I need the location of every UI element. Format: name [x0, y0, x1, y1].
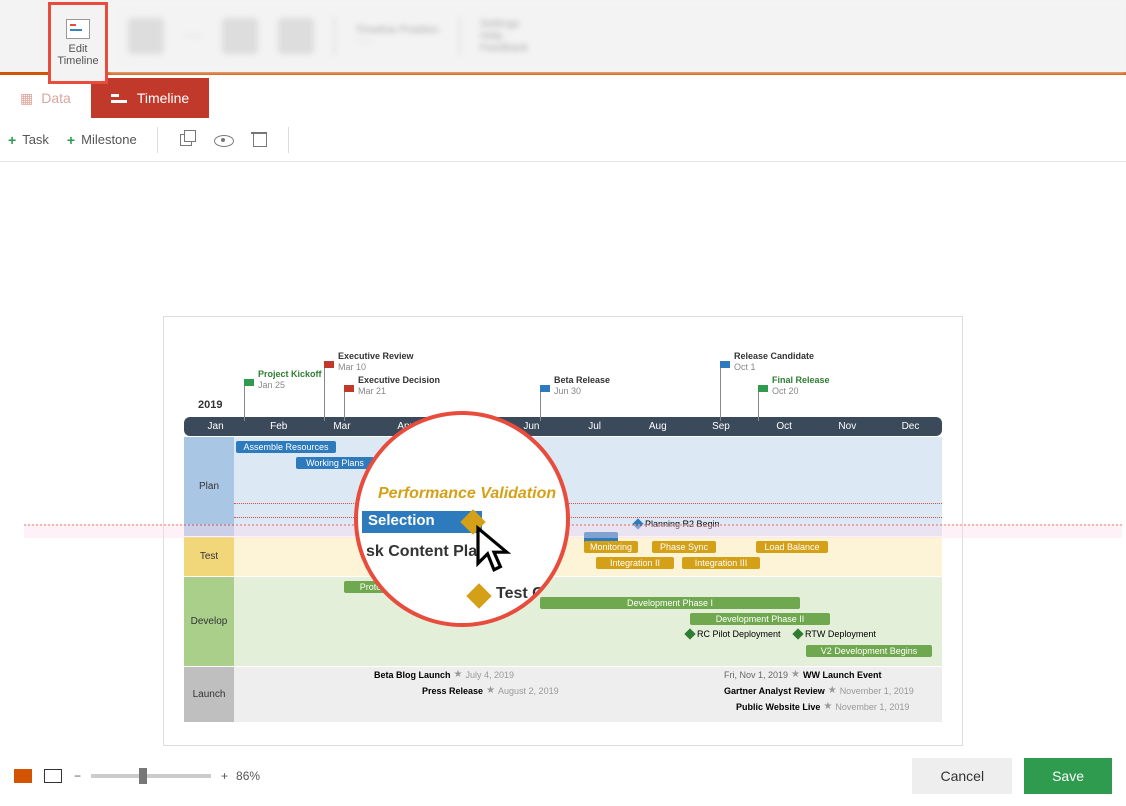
milestone-flag[interactable]: Beta ReleaseJun 30 — [540, 375, 610, 417]
diamond-icon — [466, 583, 491, 608]
milestone[interactable]: RC Pilot Deployment — [686, 629, 781, 639]
zoom-out[interactable]: − — [74, 769, 81, 783]
tab-data-label: Data — [41, 90, 71, 106]
year-label: 2019 — [198, 399, 222, 411]
edit-timeline-label-2: Timeline — [57, 55, 98, 67]
month-cell: Feb — [247, 417, 310, 436]
magnifier-overlay: Performance Validation Selection sk Cont… — [354, 411, 570, 627]
tab-timeline[interactable]: Timeline — [91, 78, 209, 118]
month-cell: Jul — [563, 417, 626, 436]
edit-timeline-button-highlighted[interactable]: Edit Timeline — [48, 2, 108, 84]
magnified-content-plan: sk Content Pla — [366, 543, 477, 561]
launch-event[interactable]: Fri, Nov 1, 2019★WW Launch Event — [724, 669, 882, 680]
tab-data[interactable]: ▦ Data — [0, 78, 91, 118]
add-task-button[interactable]: +Task — [8, 132, 49, 148]
task-bar[interactable]: Assemble Resources — [236, 441, 336, 453]
copy-button[interactable] — [178, 132, 196, 148]
zoom-slider[interactable] — [91, 774, 211, 778]
edit-timeline-icon — [66, 19, 90, 39]
footer: − + 86% Cancel Save — [0, 746, 1126, 806]
task-bar[interactable]: Phase Sync — [652, 541, 716, 553]
milestone[interactable]: RTW Deployment — [794, 629, 876, 639]
swimlane-test-label: Test — [184, 537, 234, 576]
trash-icon — [250, 132, 268, 148]
tab-timeline-label: Timeline — [137, 90, 189, 106]
view-mode-fill[interactable] — [14, 769, 32, 783]
document-preview: 2019 Project KickoffJan 25Executive Revi… — [163, 316, 963, 746]
editor-panel: ▦ Data Timeline +Task +Milestone 2019 Pr… — [0, 78, 1126, 806]
zoom-in[interactable]: + — [221, 769, 228, 783]
milestone-flag[interactable]: Executive DecisionMar 21 — [344, 375, 440, 417]
launch-event[interactable]: Beta Blog Launch★July 4, 2019 — [374, 669, 514, 680]
canvas[interactable]: 2019 Project KickoffJan 25Executive Revi… — [0, 240, 1126, 746]
task-bar[interactable]: Development Phase II — [690, 613, 830, 625]
launch-event[interactable]: Public Website Live★November 1, 2019 — [736, 701, 909, 712]
task-bar[interactable]: Load Balance — [756, 541, 828, 553]
task-bar[interactable]: Monitoring — [584, 541, 638, 553]
toolbar: +Task +Milestone — [0, 118, 1126, 162]
task-bar[interactable]: V2 Development Begins — [806, 645, 932, 657]
panel-tabs: ▦ Data Timeline — [0, 78, 1126, 118]
timeline-icon — [111, 92, 129, 104]
task-bar[interactable]: Development Phase I — [540, 597, 800, 609]
magnified-perf-validation: Performance Validation — [378, 485, 556, 503]
view-mode-fit[interactable] — [44, 769, 62, 783]
eye-icon — [214, 132, 232, 148]
swimlane-launch[interactable]: Launch Beta Blog Launch★July 4, 2019 Pres… — [184, 666, 942, 722]
zoom-value: 86% — [236, 769, 260, 783]
selection-rail — [24, 524, 1122, 538]
task-bar[interactable]: Integration III — [682, 557, 760, 569]
edit-timeline-label-1: Edit — [69, 43, 88, 55]
month-cell: Oct — [753, 417, 816, 436]
cursor-icon — [474, 525, 514, 583]
milestone-flag[interactable]: Project KickoffJan 25 — [244, 369, 322, 417]
swimlane-plan-label: Plan — [184, 437, 234, 536]
month-cell: Jan — [184, 417, 247, 436]
launch-event[interactable]: Gartner Analyst Review★November 1, 2019 — [724, 685, 914, 696]
milestone-flag[interactable]: Final ReleaseOct 20 — [758, 375, 830, 417]
swimlane-launch-label: Launch — [184, 667, 234, 722]
swimlane-develop-label: Develop — [184, 577, 234, 666]
task-bar[interactable]: Integration II — [596, 557, 674, 569]
copy-icon — [178, 132, 196, 148]
cancel-button[interactable]: Cancel — [912, 758, 1012, 794]
launch-event[interactable]: Press Release★August 2, 2019 — [422, 685, 559, 696]
save-button[interactable]: Save — [1024, 758, 1112, 794]
ribbon-blurred: ····· Timeline Position····· SettingsHel… — [108, 0, 1126, 72]
magnified-test: Test C — [496, 585, 544, 603]
delete-button[interactable] — [250, 132, 268, 148]
add-milestone-button[interactable]: +Milestone — [67, 132, 137, 148]
month-cell: Dec — [879, 417, 942, 436]
month-cell: Aug — [626, 417, 689, 436]
visibility-button[interactable] — [214, 132, 232, 148]
month-cell: Nov — [816, 417, 879, 436]
